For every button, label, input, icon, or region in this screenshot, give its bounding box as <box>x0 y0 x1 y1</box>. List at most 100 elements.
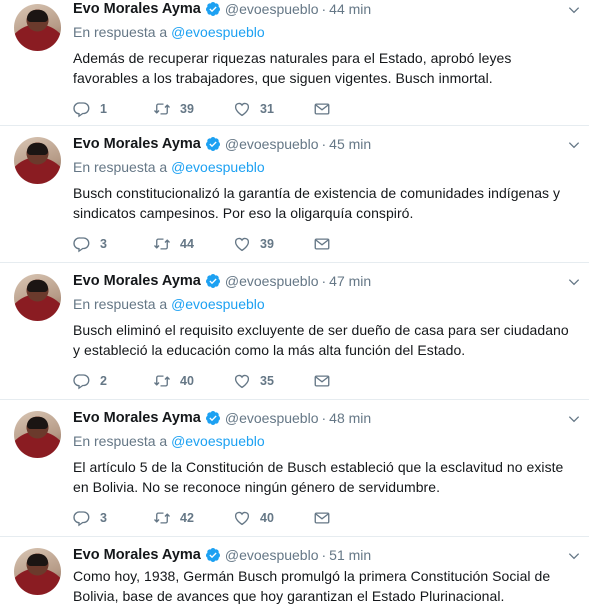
tweet-header: Evo Morales Ayma @evoespueblo · 45 min <box>73 134 579 154</box>
retweet-button[interactable]: 40 <box>153 372 233 390</box>
chevron-down-icon[interactable] <box>567 549 581 563</box>
reply-mention-link[interactable]: @evoespueblo <box>171 433 265 449</box>
reply-mention-link[interactable]: @evoespueblo <box>171 24 265 40</box>
message-button[interactable] <box>313 100 393 118</box>
verified-badge-icon <box>205 548 220 562</box>
author-name[interactable]: Evo Morales Ayma <box>73 273 201 289</box>
tweet-header: Evo Morales Ayma @evoespueblo · 51 min <box>73 545 579 565</box>
tweet-timeline: Evo Morales Ayma @evoespueblo · 44 min E… <box>0 0 589 615</box>
separator-dot: · <box>321 1 327 17</box>
avatar[interactable] <box>14 274 61 321</box>
retweet-count: 39 <box>180 102 194 116</box>
tweet-actions: 3 44 39 <box>73 234 579 254</box>
reply-button[interactable]: 2 <box>73 372 153 390</box>
message-button[interactable] <box>313 235 393 253</box>
retweet-count: 44 <box>180 237 194 251</box>
like-count: 31 <box>260 102 274 116</box>
retweet-button[interactable]: 44 <box>153 235 233 253</box>
reply-button[interactable]: 3 <box>73 509 153 527</box>
author-name[interactable]: Evo Morales Ayma <box>73 1 201 17</box>
author-handle[interactable]: @evoespueblo <box>225 410 319 426</box>
chevron-down-icon[interactable] <box>567 275 581 289</box>
reply-prefix: En respuesta a <box>73 296 168 312</box>
reply-context: En respuesta a @evoespueblo <box>73 159 579 177</box>
verified-badge-icon <box>205 411 220 425</box>
reply-icon <box>73 237 90 253</box>
reply-count: 3 <box>100 511 107 525</box>
tweet-actions: 3 42 40 <box>73 508 579 528</box>
retweet-icon <box>154 238 170 250</box>
author-handle[interactable]: @evoespueblo <box>225 273 319 289</box>
separator-dot: · <box>321 547 327 563</box>
tweet-timestamp[interactable]: 48 min <box>329 410 371 426</box>
like-count: 39 <box>260 237 274 251</box>
like-button[interactable]: 35 <box>233 372 313 390</box>
tweet-actions: 2 40 35 <box>73 371 579 391</box>
reply-mention-link[interactable]: @evoespueblo <box>171 296 265 312</box>
reply-button[interactable]: 1 <box>73 100 153 118</box>
tweet-header: Evo Morales Ayma @evoespueblo · 44 min <box>73 0 579 19</box>
reply-mention-link[interactable]: @evoespueblo <box>171 159 265 175</box>
separator-dot: · <box>321 410 327 426</box>
chevron-down-icon[interactable] <box>567 412 581 426</box>
retweet-count: 40 <box>180 374 194 388</box>
tweet-timestamp[interactable]: 47 min <box>329 273 371 289</box>
tweet-header: Evo Morales Ayma @evoespueblo · 47 min <box>73 271 579 291</box>
verified-badge-icon <box>205 2 220 16</box>
like-button[interactable]: 31 <box>233 100 313 118</box>
message-icon <box>314 512 330 524</box>
like-count: 40 <box>260 511 274 525</box>
tweet-text: Además de recuperar riquezas naturales p… <box>73 50 512 86</box>
reply-prefix: En respuesta a <box>73 433 168 449</box>
reply-context: En respuesta a @evoespueblo <box>73 296 579 314</box>
reply-icon <box>73 374 90 390</box>
verified-badge-icon <box>205 274 220 288</box>
author-name[interactable]: Evo Morales Ayma <box>73 547 201 563</box>
tweet[interactable]: Evo Morales Ayma @evoespueblo · 44 min E… <box>0 0 589 126</box>
retweet-button[interactable]: 42 <box>153 509 233 527</box>
verified-badge-icon <box>205 137 220 151</box>
like-button[interactable]: 39 <box>233 235 313 253</box>
message-icon <box>314 375 330 387</box>
tweet-text: Busch eliminó el requisito excluyente de… <box>73 322 569 358</box>
tweet[interactable]: Evo Morales Ayma @evoespueblo · 45 min E… <box>0 126 589 263</box>
author-handle[interactable]: @evoespueblo <box>225 1 319 17</box>
tweet[interactable]: Evo Morales Ayma @evoespueblo · 51 min C… <box>0 537 589 615</box>
reply-prefix: En respuesta a <box>73 24 168 40</box>
tweet-header: Evo Morales Ayma @evoespueblo · 48 min <box>73 408 579 428</box>
tweet-timestamp[interactable]: 51 min <box>329 547 371 563</box>
author-name[interactable]: Evo Morales Ayma <box>73 410 201 426</box>
separator-dot: · <box>321 136 327 152</box>
like-icon <box>234 374 250 389</box>
avatar[interactable] <box>14 4 61 51</box>
reply-count: 2 <box>100 374 107 388</box>
tweet-text: Busch constitucionalizó la garantía de e… <box>73 185 561 221</box>
retweet-icon <box>154 512 170 524</box>
author-name[interactable]: Evo Morales Ayma <box>73 136 201 152</box>
tweet-actions: 1 39 31 <box>73 99 579 119</box>
like-icon <box>234 102 250 117</box>
message-button[interactable] <box>313 509 393 527</box>
tweet-timestamp[interactable]: 45 min <box>329 136 371 152</box>
retweet-icon <box>154 103 170 115</box>
message-button[interactable] <box>313 372 393 390</box>
chevron-down-icon[interactable] <box>567 3 581 17</box>
reply-count: 1 <box>100 102 107 116</box>
avatar[interactable] <box>14 137 61 184</box>
tweet[interactable]: Evo Morales Ayma @evoespueblo · 48 min E… <box>0 400 589 537</box>
reply-count: 3 <box>100 237 107 251</box>
author-handle[interactable]: @evoespueblo <box>225 136 319 152</box>
reply-button[interactable]: 3 <box>73 235 153 253</box>
author-handle[interactable]: @evoespueblo <box>225 547 319 563</box>
avatar[interactable] <box>14 548 61 595</box>
like-icon <box>234 237 250 252</box>
tweet-timestamp[interactable]: 44 min <box>329 1 371 17</box>
message-icon <box>314 103 330 115</box>
like-count: 35 <box>260 374 274 388</box>
tweet[interactable]: Evo Morales Ayma @evoespueblo · 47 min E… <box>0 263 589 400</box>
avatar[interactable] <box>14 411 61 458</box>
like-icon <box>234 511 250 526</box>
chevron-down-icon[interactable] <box>567 138 581 152</box>
retweet-button[interactable]: 39 <box>153 100 233 118</box>
like-button[interactable]: 40 <box>233 509 313 527</box>
